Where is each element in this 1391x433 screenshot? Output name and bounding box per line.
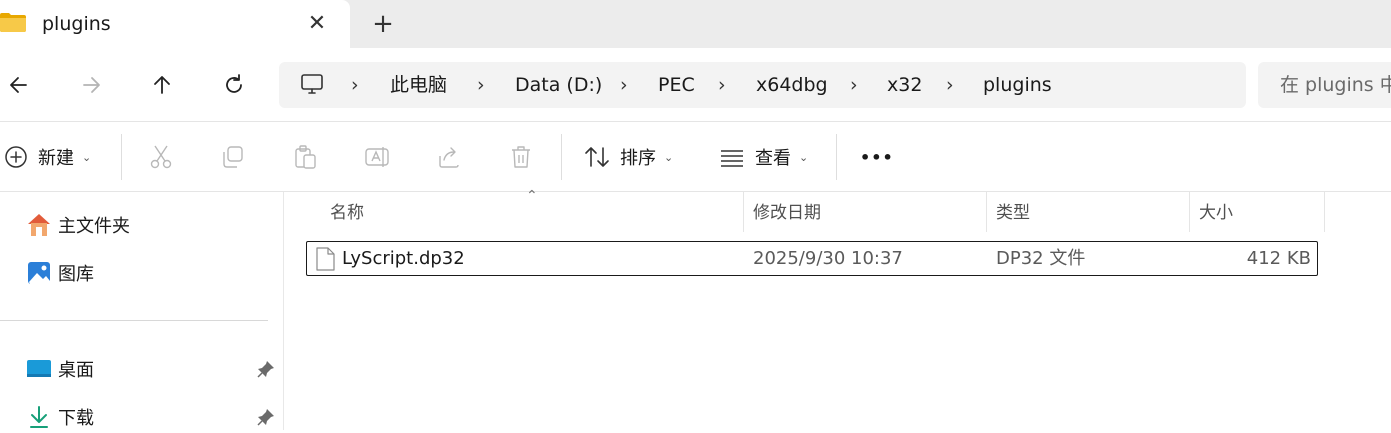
copy-icon[interactable] xyxy=(220,144,246,170)
breadcrumb-this-pc[interactable]: 此电脑 xyxy=(390,72,447,98)
toolbar-divider xyxy=(121,134,122,180)
column-divider[interactable] xyxy=(1324,192,1325,232)
sort-button[interactable]: 排序 ⌄ xyxy=(584,140,673,174)
file-list: ⌃ 名称 修改日期 类型 大小 LyScript.dp32 2025/9/30 … xyxy=(284,188,1391,430)
delete-icon[interactable] xyxy=(508,144,534,170)
chevron-right-icon[interactable]: › xyxy=(351,72,359,98)
view-button-label: 查看 xyxy=(755,148,791,169)
sidebar-item-desktop[interactable]: 桌面 xyxy=(26,353,94,385)
new-button[interactable]: 新建 ⌄ xyxy=(4,140,91,174)
breadcrumb-x64dbg[interactable]: x64dbg xyxy=(756,72,828,98)
file-icon xyxy=(316,247,335,271)
pin-icon[interactable] xyxy=(257,360,275,378)
sidebar-item-label: 图库 xyxy=(58,264,94,285)
column-header-type[interactable]: 类型 xyxy=(986,200,1189,234)
command-bar: 新建 ⌄ 排序 ⌄ 查看 ⌄ ••• xyxy=(0,122,1391,192)
sidebar-divider xyxy=(0,320,268,321)
address-bar[interactable]: › 此电脑 › Data (D:) › PEC › x64dbg › x32 ›… xyxy=(279,62,1246,108)
chevron-right-icon[interactable]: › xyxy=(477,72,485,98)
desktop-icon xyxy=(27,360,51,377)
chevron-down-icon: ⌄ xyxy=(664,150,674,164)
view-button[interactable]: 查看 ⌄ xyxy=(719,140,808,174)
rename-icon[interactable] xyxy=(364,144,390,170)
chevron-down-icon: ⌄ xyxy=(799,150,809,164)
arrow-right-icon xyxy=(83,77,100,93)
file-name: LyScript.dp32 xyxy=(342,248,465,269)
breadcrumb-pec[interactable]: PEC xyxy=(658,72,695,98)
tab-plugins[interactable]: plugins ✕ xyxy=(0,0,350,48)
computer-icon[interactable] xyxy=(300,72,324,96)
file-size: 412 KB xyxy=(1246,248,1311,269)
sort-icon xyxy=(585,147,609,167)
chevron-right-icon[interactable]: › xyxy=(946,72,954,98)
chevron-right-icon[interactable]: › xyxy=(620,72,628,98)
chevron-right-icon[interactable]: › xyxy=(850,72,858,98)
folder-icon xyxy=(0,13,26,32)
column-header-modified[interactable]: 修改日期 xyxy=(743,200,986,234)
new-button-label: 新建 xyxy=(38,148,74,169)
sidebar-item-home[interactable]: 主文件夹 xyxy=(26,209,130,241)
refresh-icon xyxy=(226,74,242,93)
share-icon[interactable] xyxy=(436,144,462,170)
paste-icon[interactable] xyxy=(292,144,318,170)
breadcrumb-x32[interactable]: x32 xyxy=(887,72,922,98)
breadcrumb-data-drive[interactable]: Data (D:) xyxy=(515,72,602,98)
sidebar-item-label: 主文件夹 xyxy=(58,216,130,237)
breadcrumb-plugins[interactable]: plugins xyxy=(983,72,1052,98)
home-icon xyxy=(28,214,50,236)
navigation-bar: › 此电脑 › Data (D:) › PEC › x64dbg › x32 ›… xyxy=(0,48,1391,122)
back-button[interactable] xyxy=(4,70,34,100)
forward-button[interactable] xyxy=(76,70,106,100)
tab-strip: plugins ✕ + xyxy=(0,0,1391,48)
column-header-size[interactable]: 大小 xyxy=(1189,200,1324,234)
sidebar-item-label: 下载 xyxy=(58,408,94,429)
toolbar-divider xyxy=(561,134,562,180)
file-modified: 2025/9/30 10:37 xyxy=(753,248,903,269)
toolbar-divider xyxy=(836,134,837,180)
column-header-name[interactable]: 名称 xyxy=(320,200,743,234)
sidebar-item-gallery[interactable]: 图库 xyxy=(26,257,94,289)
plus-circle-icon xyxy=(5,146,27,168)
file-type: DP32 文件 xyxy=(996,248,1086,269)
tab-title: plugins xyxy=(42,13,111,35)
view-list-icon xyxy=(721,150,743,167)
pin-icon[interactable] xyxy=(257,408,275,426)
search-box[interactable] xyxy=(1258,62,1391,108)
chevron-down-icon: ⌄ xyxy=(82,150,92,164)
arrow-up-icon xyxy=(154,76,170,94)
chevron-right-icon[interactable]: › xyxy=(718,72,726,98)
gallery-icon xyxy=(28,262,50,284)
refresh-button[interactable] xyxy=(219,70,249,100)
navigation-pane: 主文件夹 图库 桌面 下载 xyxy=(0,192,284,430)
sort-button-label: 排序 xyxy=(620,148,656,169)
download-icon xyxy=(30,406,48,428)
sidebar-item-label: 桌面 xyxy=(58,360,94,381)
cut-icon[interactable] xyxy=(148,144,174,170)
new-tab-button[interactable]: + xyxy=(370,10,396,38)
arrow-left-icon xyxy=(10,77,27,93)
sidebar-item-downloads[interactable]: 下载 xyxy=(26,401,94,433)
close-tab-icon[interactable]: ✕ xyxy=(305,12,329,36)
more-options-icon[interactable]: ••• xyxy=(860,140,894,174)
table-row[interactable]: LyScript.dp32 2025/9/30 10:37 DP32 文件 41… xyxy=(306,241,1318,276)
up-button[interactable] xyxy=(147,70,177,100)
search-input[interactable] xyxy=(1258,62,1391,108)
